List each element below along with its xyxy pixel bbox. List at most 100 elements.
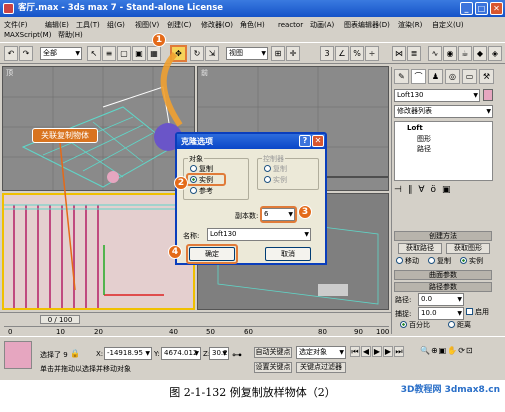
copy-radio[interactable]: 复制 (428, 257, 451, 266)
menu-create[interactable]: 创建(C) (167, 20, 191, 31)
menu-animation[interactable]: 动画(A) (310, 20, 334, 31)
cancel-button[interactable]: 取消 (265, 247, 311, 261)
minimize-button[interactable]: _ (460, 2, 473, 15)
window-crossing-icon[interactable]: ▦ (147, 46, 161, 61)
menu-reactor[interactable]: reactor (278, 20, 303, 31)
show-end-icon[interactable]: ∥ (408, 185, 413, 195)
angle-snap-icon[interactable]: ∠ (335, 46, 349, 61)
go-start-icon[interactable]: ⏮ (350, 346, 360, 357)
undo-icon[interactable]: ↶ (4, 46, 18, 61)
selection-filter-dropdown[interactable]: 全部 (40, 47, 82, 60)
select-rotate-icon[interactable]: ↻ (190, 46, 204, 61)
align-icon[interactable]: ≣ (407, 46, 421, 61)
menu-views[interactable]: 视图(V) (135, 20, 159, 31)
next-frame-icon[interactable]: ▶ (383, 346, 393, 357)
pan-icon[interactable]: ✋ (447, 346, 457, 355)
menu-rendering[interactable]: 渲染(R) (398, 20, 422, 31)
selected-object-dropdown[interactable]: 选定对象 (296, 346, 346, 359)
stack-shape[interactable]: 图形 (417, 134, 431, 144)
pivot-icon[interactable]: ⊞ (271, 46, 285, 61)
spinner-snap-icon[interactable]: ÷ (365, 46, 379, 61)
prev-frame-icon[interactable]: ◀ (361, 346, 371, 357)
make-unique-icon[interactable]: ∀ (418, 185, 424, 195)
maximize-button[interactable]: □ (475, 2, 488, 15)
get-shape-button[interactable]: 获取图形 (446, 243, 490, 254)
creation-method-rollout[interactable]: 创建方法 (394, 231, 492, 241)
menu-modifiers[interactable]: 修改器(O) (201, 20, 233, 31)
modify-tab-icon[interactable]: ⌒ (411, 69, 426, 84)
controller-copy-radio[interactable]: 复制 (264, 165, 287, 174)
create-tab-icon[interactable]: ✎ (394, 69, 409, 84)
viewport-left[interactable] (2, 193, 195, 310)
enable-checkbox[interactable]: 启用 (466, 308, 489, 317)
mirror-icon[interactable]: ⋈ (392, 46, 406, 61)
orbit-icon[interactable]: ⟳ (458, 346, 465, 355)
auto-key-button[interactable]: 自动关键点 (254, 347, 292, 358)
pin-stack-icon[interactable]: ⊣ (394, 185, 402, 195)
menu-group[interactable]: 组(G) (107, 20, 125, 31)
dialog-close-button[interactable]: ✕ (312, 135, 324, 147)
go-end-icon[interactable]: ⏭ (394, 346, 404, 357)
curve-editor-icon[interactable]: ∿ (428, 46, 442, 61)
y-coord-field[interactable]: 4674.012 (161, 347, 201, 360)
menu-help[interactable]: 帮助(H) (58, 30, 83, 41)
path-value-field[interactable]: 0.0 (418, 293, 464, 306)
z-coord-field[interactable]: 30.2 (209, 347, 229, 360)
crossing-icon[interactable]: ▣ (132, 46, 146, 61)
key-filters-button[interactable]: 关键点过滤器 (296, 362, 346, 373)
close-button[interactable]: ✕ (490, 2, 503, 15)
percent-radio[interactable]: 百分比 (400, 321, 430, 330)
maximize-viewport-icon[interactable]: ⊡ (466, 346, 473, 355)
x-coord-field[interactable]: -14918.95 (104, 347, 152, 360)
modifier-list-dropdown[interactable]: 修改器列表 (394, 105, 493, 118)
move-radio[interactable]: 移动 (396, 257, 419, 266)
controller-instance-radio[interactable]: 实例 (264, 176, 287, 185)
remove-modifier-icon[interactable]: ö (431, 185, 437, 195)
path-params-rollout[interactable]: 路径参数 (394, 282, 492, 292)
lock-icon[interactable]: 🔒 (70, 349, 80, 358)
surface-params-rollout[interactable]: 曲面参数 (394, 270, 492, 280)
quick-render-icon[interactable]: ◆ (473, 46, 487, 61)
render-last-icon[interactable]: ◈ (488, 46, 502, 61)
menu-maxscript[interactable]: MAXScript(M) (4, 30, 51, 41)
clone-reference-radio[interactable]: 参考 (190, 187, 213, 196)
get-path-button[interactable]: 获取路径 (398, 243, 442, 254)
set-key-button[interactable]: 设置关键点 (254, 362, 292, 373)
object-color-swatch[interactable] (483, 89, 493, 101)
menu-graph-editors[interactable]: 图表编辑器(D) (344, 20, 390, 31)
display-tab-icon[interactable]: ▭ (462, 69, 477, 84)
zoom-icon[interactable]: 🔍 (420, 346, 430, 355)
percent-snap-icon[interactable]: % (350, 46, 364, 61)
motion-tab-icon[interactable]: ◎ (445, 69, 460, 84)
select-scale-icon[interactable]: ⇲ (205, 46, 219, 61)
hierarchy-tab-icon[interactable]: ♟ (428, 69, 443, 84)
reference-coord-dropdown[interactable]: 视图 (226, 47, 268, 60)
clone-name-field[interactable]: Loft130 (207, 228, 311, 241)
stack-loft[interactable]: Loft (407, 124, 423, 132)
play-icon[interactable]: ▶ (372, 346, 382, 357)
manipulate-icon[interactable]: ✛ (286, 46, 300, 61)
redo-icon[interactable]: ↷ (19, 46, 33, 61)
instance-radio[interactable]: 实例 (460, 257, 483, 266)
configure-sets-icon[interactable]: ▣ (442, 185, 451, 195)
snap-value-field[interactable]: 10.0 (418, 307, 464, 320)
stack-path[interactable]: 路径 (417, 144, 431, 154)
distance-radio[interactable]: 距离 (448, 321, 471, 330)
zoom-extents-icon[interactable]: ▣ (439, 346, 447, 355)
help-icon[interactable]: ? (299, 135, 311, 147)
utilities-tab-icon[interactable]: ⚒ (479, 69, 494, 84)
select-and-move-icon[interactable]: ✥ (170, 45, 187, 62)
object-name-field[interactable]: Loft130 (394, 89, 480, 102)
zoom-all-icon[interactable]: ⊕ (431, 346, 438, 355)
menu-character[interactable]: 角色(H) (240, 20, 265, 31)
select-arrow-icon[interactable]: ↖ (87, 46, 101, 61)
maxscript-listener[interactable] (4, 341, 32, 369)
time-slider[interactable]: 0 / 100 (40, 315, 80, 324)
snap-3-icon[interactable]: 3 (320, 46, 334, 61)
menu-customize[interactable]: 自定义(U) (432, 20, 464, 31)
region-select-icon[interactable]: ▢ (117, 46, 131, 61)
render-scene-icon[interactable]: ☕ (458, 46, 472, 61)
select-by-name-icon[interactable]: ≡ (102, 46, 116, 61)
material-editor-icon[interactable]: ◉ (443, 46, 457, 61)
viewport-top[interactable]: 顶 (2, 66, 195, 191)
